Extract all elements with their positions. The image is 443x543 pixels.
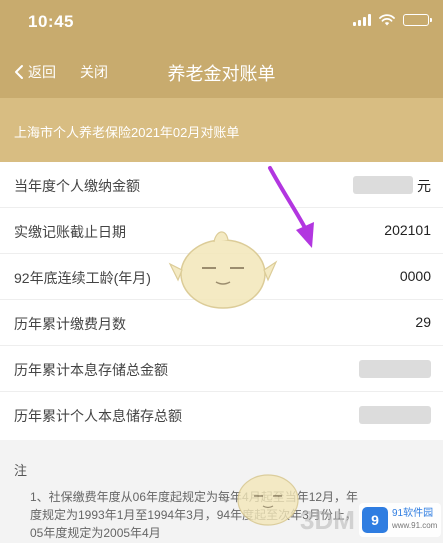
battery-icon <box>403 14 432 26</box>
masked-value <box>359 406 431 424</box>
statement-period-text: 上海市个人养老保险2021年02月对账单 <box>14 125 240 140</box>
row-value: 202101 <box>384 222 431 238</box>
row-label: 当年度个人缴纳金额 <box>14 178 140 194</box>
masked-value <box>353 176 413 194</box>
status-time: 10:45 <box>28 12 74 31</box>
badge-logo-icon: 9 <box>362 507 388 533</box>
badge-name: 91软件园 <box>392 508 434 519</box>
mascot-sticker-icon <box>168 231 278 309</box>
list-item: 历年累计本息存储总金额 <box>0 346 443 392</box>
list-item: 当年度个人缴纳金额 元 <box>0 162 443 208</box>
row-label: 实缴记账截止日期 <box>14 224 126 240</box>
row-value: 0000 <box>399 268 431 284</box>
row-value: 元 <box>417 178 431 194</box>
mascot-sticker-small-icon <box>237 474 299 526</box>
watermark-badge: 9 91软件园 www.91.com <box>359 503 441 537</box>
statement-subheader: 上海市个人养老保险2021年02月对账单 <box>0 98 443 162</box>
status-bar: 10:45 <box>0 0 443 44</box>
nav-bar: 返回 关闭 养老金对账单 <box>0 52 443 92</box>
row-label: 92年底连续工龄(年月) <box>14 270 151 286</box>
badge-text: 91软件园 www.91.com <box>392 508 437 532</box>
watermark-3dm: 3DM <box>300 505 355 535</box>
list-item: 历年累计个人本息储存总额 <box>0 392 443 438</box>
row-label: 历年累计本息存储总金额 <box>14 362 168 378</box>
row-value: 29 <box>415 314 431 330</box>
row-label: 历年累计个人本息储存总额 <box>14 408 182 424</box>
row-label: 历年累计缴费月数 <box>14 316 126 332</box>
badge-sub: www.91.com <box>392 521 438 530</box>
page-title: 养老金对账单 <box>167 64 276 84</box>
wifi-icon <box>379 14 395 26</box>
notes-title: 注 <box>14 463 28 478</box>
status-icons <box>353 14 432 26</box>
masked-value <box>359 360 431 378</box>
app-header: 10:45 返回 关闭 养老金对账单 <box>0 0 443 98</box>
signal-icon <box>353 14 371 26</box>
